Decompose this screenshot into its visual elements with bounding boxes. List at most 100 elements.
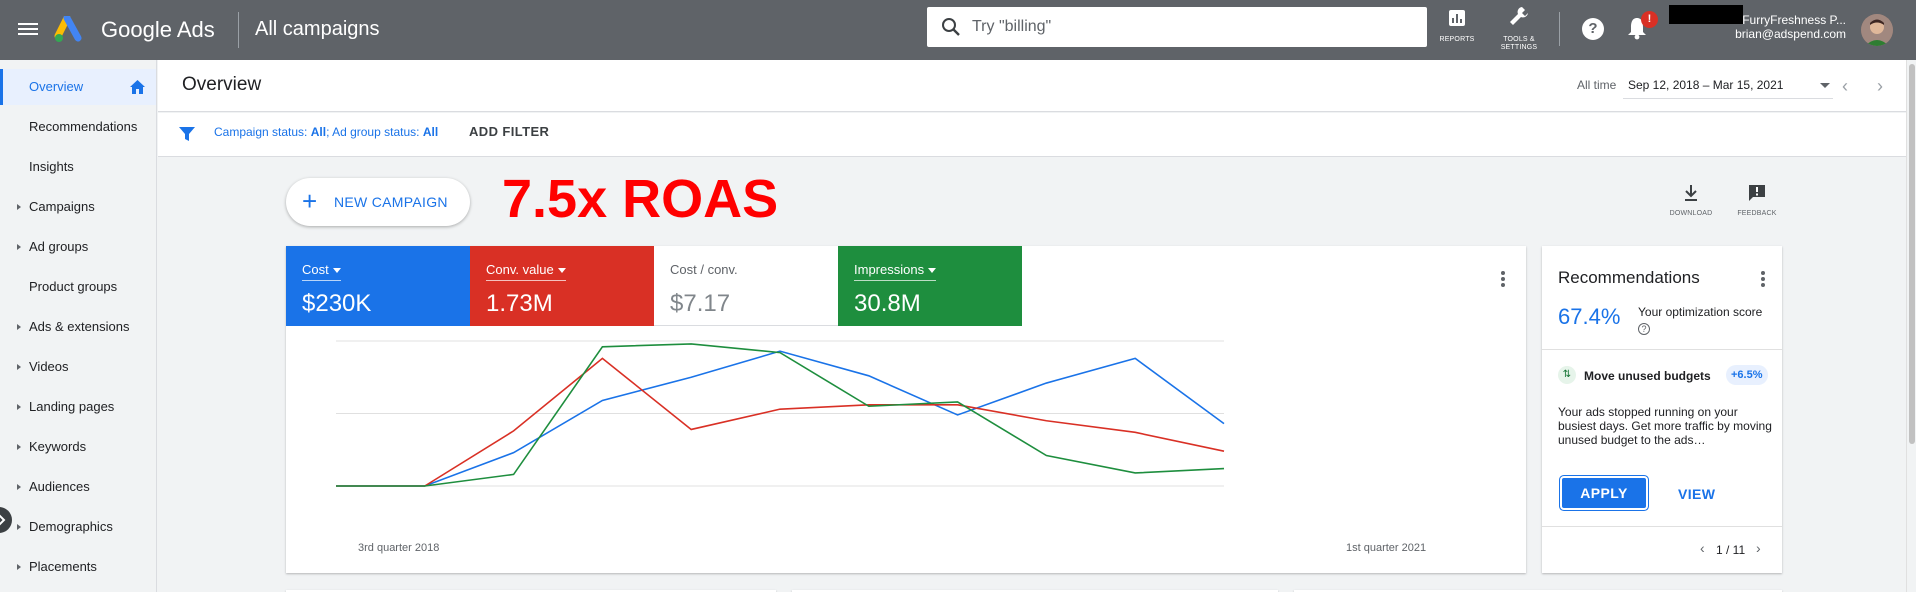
expand-arrow-icon[interactable] — [17, 364, 21, 370]
bar-chart-icon — [1449, 10, 1465, 26]
budget-arrows-icon: ⇅ — [1558, 366, 1576, 384]
sidebar-item-landing-pages[interactable]: Landing pages — [0, 389, 156, 425]
dropdown-caret-icon — [928, 268, 937, 274]
series-line-cost[interactable] — [336, 350, 1225, 487]
chevron-right-icon[interactable]: › — [1877, 76, 1883, 97]
sidebar-item-recommendations[interactable]: Recommendations — [0, 109, 156, 145]
brand-name: Google Ads — [101, 17, 215, 42]
account-email: brian@adspend.com — [1735, 27, 1846, 41]
plus-icon: + — [302, 186, 318, 216]
avatar-image — [1861, 14, 1893, 46]
sidebar: Overview Recommendations Insights Campaigns… — [0, 60, 157, 592]
recommendations-card: Recommendations 67.4% Your optimization … — [1542, 246, 1782, 573]
expand-arrow-icon[interactable] — [17, 244, 21, 250]
sidebar-item-label: Placements — [29, 559, 97, 574]
metric-label: Impressions — [854, 262, 925, 277]
feedback-button[interactable]: FEEDBACK — [1729, 184, 1785, 217]
sidebar-item-label: Recommendations — [29, 119, 138, 134]
x-tick-label: 1st quarter 2021 — [1346, 542, 1427, 554]
divider — [238, 12, 239, 48]
filter-icon[interactable] — [178, 125, 196, 143]
expand-arrow-icon[interactable] — [17, 564, 21, 570]
divider — [1542, 349, 1782, 350]
reports-label: REPORTS — [1439, 36, 1475, 43]
scrollbar[interactable] — [1906, 60, 1916, 592]
chevron-right-icon[interactable]: › — [1756, 540, 1761, 556]
optimization-score: 67.4% — [1558, 304, 1621, 329]
sidebar-item-product-groups[interactable]: Product groups — [0, 269, 156, 305]
sidebar-item-label: Landing pages — [29, 399, 115, 414]
sidebar-item-ad-groups[interactable]: Ad groups — [0, 229, 156, 265]
sidebar-item-label: Ads & extensions — [29, 319, 130, 334]
chevron-down-icon[interactable] — [1820, 83, 1830, 88]
more-vert-icon[interactable] — [1500, 270, 1506, 288]
apply-button[interactable]: APPLY — [1562, 478, 1646, 508]
sidebar-item-keywords[interactable]: Keywords — [0, 429, 156, 465]
search-box[interactable] — [927, 7, 1427, 47]
metric-tile-conv-value[interactable]: Conv. value 1.73M — [470, 246, 654, 326]
date-preset-label: All time — [1577, 78, 1617, 92]
dropdown-caret-icon — [332, 268, 341, 274]
chevron-left-icon[interactable]: ‹ — [1842, 76, 1848, 97]
filter-bar: Campaign status: All; Ad group status: A… — [158, 113, 1906, 157]
metric-dropdown[interactable]: Conv. value — [486, 262, 566, 281]
recommendations-title: Recommendations — [1558, 268, 1700, 287]
scrollbar-thumb[interactable] — [1909, 64, 1915, 444]
search-input[interactable] — [972, 16, 1402, 38]
avatar[interactable] — [1861, 14, 1893, 46]
sidebar-item-label: Overview — [29, 79, 84, 94]
adgroup-status-value: All — [422, 125, 439, 139]
download-button[interactable]: DOWNLOAD — [1663, 184, 1719, 217]
view-button[interactable]: VIEW — [1678, 486, 1715, 502]
pagination-label: 1 / 11 — [1716, 543, 1746, 557]
date-range-selector[interactable]: Sep 12, 2018 – Mar 15, 2021 — [1628, 78, 1783, 92]
metric-dropdown[interactable]: Cost — [302, 262, 341, 281]
sidebar-item-label: Product groups — [29, 279, 118, 294]
sidebar-item-insights[interactable]: Insights — [0, 149, 156, 185]
active-filters[interactable]: Campaign status: All; Ad group status: A… — [214, 125, 438, 139]
help-icon[interactable]: ? — [1638, 323, 1650, 335]
metric-value: $230K — [302, 290, 372, 317]
metric-tile-cost-per-conv[interactable]: Cost / conv. $7.17 — [654, 246, 838, 326]
tools-settings-button[interactable]: TOOLS & SETTINGS — [1491, 5, 1547, 52]
sidebar-item-label: Demographics — [29, 519, 113, 534]
sidebar-item-label: Videos — [29, 359, 69, 374]
metric-value: 30.8M — [854, 290, 921, 317]
sidebar-item-overview[interactable]: Overview — [0, 69, 156, 105]
page-title: All campaigns — [255, 18, 380, 40]
section-title: Overview — [182, 74, 262, 95]
series-line-impressions[interactable] — [336, 343, 1225, 487]
reports-button[interactable]: REPORTS — [1429, 9, 1485, 44]
metric-dropdown[interactable]: Impressions — [854, 262, 937, 281]
series-line-conv-value[interactable] — [336, 357, 1225, 487]
feedback-label: FEEDBACK — [1737, 210, 1777, 217]
expand-arrow-icon[interactable] — [17, 524, 21, 530]
metric-tile-cost[interactable]: Cost $230K — [286, 246, 470, 326]
chevron-left-icon[interactable]: ‹ — [1700, 540, 1705, 556]
metric-value: 1.73M — [486, 290, 553, 317]
expand-arrow-icon[interactable] — [17, 204, 21, 210]
sidebar-item-placements[interactable]: Placements — [0, 549, 156, 585]
help-icon[interactable]: ? — [1582, 18, 1604, 40]
add-filter-button[interactable]: ADD FILTER — [469, 124, 549, 139]
metric-label: Conv. value — [486, 262, 554, 277]
new-campaign-button[interactable]: + NEW CAMPAIGN — [286, 178, 470, 226]
sidebar-item-campaigns[interactable]: Campaigns — [0, 189, 156, 225]
more-vert-icon[interactable] — [1760, 270, 1766, 288]
recommendation-title[interactable]: Move unused budgets — [1584, 369, 1711, 383]
sidebar-item-demographics[interactable]: Demographics — [0, 509, 156, 545]
hamburger-menu-icon[interactable] — [18, 20, 38, 38]
x-tick-label: 3rd quarter 2018 — [358, 542, 440, 554]
sidebar-item-audiences[interactable]: Audiences — [0, 469, 156, 505]
expand-arrow-icon[interactable] — [17, 484, 21, 490]
recommendation-description: Your ads stopped running on your busiest… — [1558, 405, 1772, 447]
expand-arrow-icon[interactable] — [17, 324, 21, 330]
sidebar-item-ads-extensions[interactable]: Ads & extensions — [0, 309, 156, 345]
metric-tile-impressions[interactable]: Impressions 30.8M — [838, 246, 1022, 326]
account-info[interactable]: FurryFreshness P... brian@adspend.com — [1690, 13, 1880, 41]
sidebar-item-videos[interactable]: Videos — [0, 349, 156, 385]
line-chart[interactable] — [286, 326, 1526, 541]
expand-arrow-icon[interactable] — [17, 404, 21, 410]
google-ads-logo[interactable] — [54, 16, 88, 44]
expand-arrow-icon[interactable] — [17, 444, 21, 450]
